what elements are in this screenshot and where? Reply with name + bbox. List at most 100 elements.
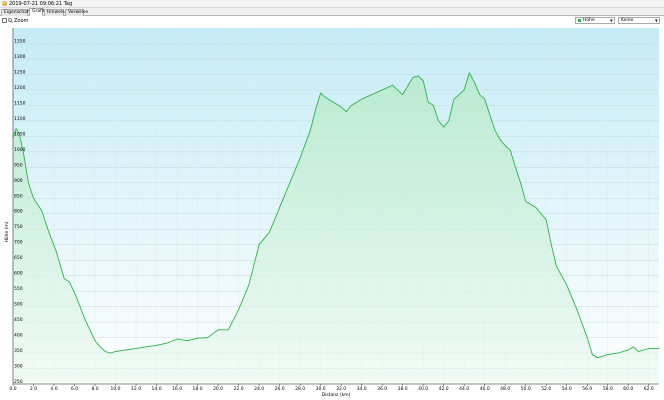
elevation-point	[576, 309, 578, 311]
y-axis-title: Höhe (m)	[4, 221, 10, 242]
elevation-point	[638, 351, 639, 352]
x-tick-label: 6.0	[71, 386, 78, 392]
elevation-point	[520, 182, 521, 184]
elevation-point	[166, 342, 168, 344]
elevation-point	[535, 207, 537, 208]
elevation-point	[227, 329, 229, 331]
x-tick-label: 8.0	[91, 386, 98, 392]
elevation-point	[417, 75, 419, 77]
elevation-point	[69, 281, 70, 283]
elevation-point	[104, 351, 106, 352]
x-tick-label: 2.0	[30, 386, 37, 392]
x-tick-label: 24.0	[254, 386, 264, 392]
x-tick-label: 52.0	[541, 386, 551, 392]
elevation-point	[550, 244, 552, 246]
x-axis-title: Distanz (km)	[322, 392, 351, 398]
elevation-point	[525, 201, 527, 202]
x-tick-label: 54.0	[562, 386, 572, 392]
y-tick-label: 950	[14, 162, 23, 168]
elevation-point	[238, 309, 239, 311]
elevation-point	[556, 266, 557, 267]
chevron-down-icon: ▼	[654, 18, 658, 23]
elevation-chart[interactable]: 250 300 350 400 450 500 550 600 650 700 750 800 850 9…	[0, 26, 664, 400]
elevation-point	[392, 84, 393, 86]
x-tick-label: 18.0	[193, 386, 203, 392]
tab-eigenschaften[interactable]: Eigenschaften	[1, 9, 36, 16]
y-tick-label: 450	[14, 317, 23, 323]
x-tick-label: 26.0	[275, 386, 285, 392]
elevation-point	[602, 355, 603, 357]
elevation-point	[566, 284, 568, 286]
elevation-point	[494, 129, 496, 131]
x-tick-label: 28.0	[295, 386, 305, 392]
elevation-point	[299, 157, 301, 159]
elevation-point	[279, 207, 280, 208]
name-selector[interactable]: Keine ▼	[618, 17, 660, 24]
app-icon	[2, 1, 7, 6]
y-tick-label: 1100	[14, 116, 26, 122]
elevation-point	[125, 349, 127, 351]
magnifier-icon	[8, 18, 13, 23]
tab-hinweise[interactable]: Hinweise	[44, 9, 67, 16]
elevation-point	[658, 348, 660, 349]
x-tick-label: 36.0	[377, 386, 387, 392]
x-tick-label: 44.0	[459, 386, 469, 392]
elevation-point	[315, 109, 316, 111]
zoom-button[interactable]: Zoom	[2, 17, 28, 24]
elevation-point	[499, 139, 501, 140]
series-selector-value: Höhe	[583, 18, 595, 23]
elevation-point	[515, 166, 516, 168]
x-tick-label: 48.0	[500, 386, 510, 392]
elevation-point	[422, 80, 424, 81]
y-tick-label: 350	[14, 348, 23, 354]
elevation-point	[427, 101, 429, 103]
x-tick-label: 38.0	[398, 386, 408, 392]
elevation-point	[207, 337, 209, 338]
elevation-point	[48, 231, 50, 233]
elevation-point	[99, 346, 101, 348]
elevation-point	[381, 89, 383, 91]
tab-verweise[interactable]: Verweise	[65, 9, 88, 16]
y-tick-label: 750	[14, 224, 23, 230]
elevation-point	[412, 77, 414, 78]
elevation-point	[627, 349, 629, 351]
elevation-point	[509, 149, 511, 151]
elevation-point	[115, 351, 116, 352]
elevation-point	[433, 105, 434, 106]
x-tick-label: 32.0	[336, 386, 346, 392]
y-tick-label: 800	[14, 209, 23, 215]
elevation-point	[345, 111, 347, 112]
y-tick-label: 1200	[14, 85, 26, 91]
y-tick-label: 300	[14, 364, 23, 370]
checkbox-icon[interactable]	[2, 18, 7, 23]
y-tick-label: 1000	[14, 147, 26, 153]
y-tick-label: 900	[14, 178, 23, 184]
x-tick-label: 58.0	[603, 386, 613, 392]
tab-grafik[interactable]: Grafik	[29, 8, 46, 16]
y-tick-label: 500	[14, 302, 23, 308]
tab-bar: Eigenschaften Grafik Hinweise Verweise	[0, 8, 664, 16]
elevation-point	[586, 337, 588, 338]
elevation-point	[94, 340, 96, 342]
elevation-point	[581, 323, 583, 324]
x-tick-label: 10.0	[111, 386, 121, 392]
elevation-point	[340, 106, 342, 108]
elevation-point	[371, 94, 373, 95]
y-tick-label: 600	[14, 271, 23, 277]
y-tick-label: 650	[14, 255, 23, 261]
x-tick-label: 34.0	[357, 386, 367, 392]
x-tick-label: 16.0	[172, 386, 182, 392]
title-bar: 2019-07-21 09:06:21 Tag	[0, 0, 664, 8]
chart-toolbar: Zoom Höhe ▼ Keine ▼	[0, 16, 664, 25]
elevation-point	[28, 182, 29, 184]
y-tick-label: 1150	[14, 100, 26, 106]
elevation-point	[176, 338, 178, 340]
elevation-point	[597, 357, 598, 359]
elevation-point	[248, 284, 250, 286]
elevation-point	[156, 344, 157, 346]
elevation-point	[504, 145, 506, 146]
series-selector[interactable]: Höhe ▼	[575, 17, 615, 24]
x-tick-label: 4.0	[50, 386, 57, 392]
elevation-point	[402, 94, 404, 95]
elevation-point	[41, 210, 43, 211]
